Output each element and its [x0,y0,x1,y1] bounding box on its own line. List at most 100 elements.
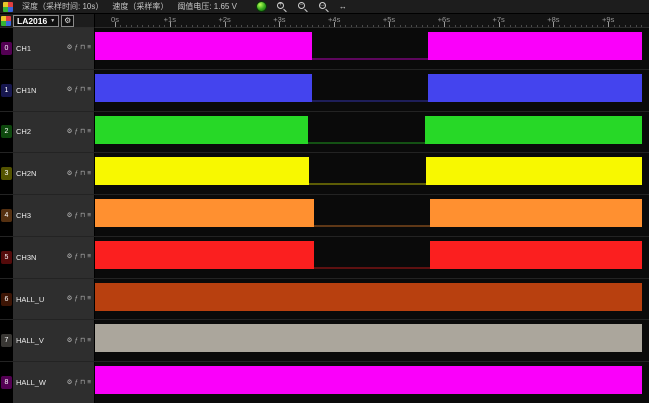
measure-icon[interactable]: ≡ [87,337,91,345]
waveform-plot [95,28,642,69]
channel-index-chip[interactable]: 3 [1,167,12,180]
ruler-minor-tick [455,25,456,27]
pulse-icon[interactable]: ⊓ [80,379,85,387]
waveform-lane[interactable] [95,362,649,403]
channel-name[interactable]: CH2 [16,127,31,136]
ruler-minor-tick [301,25,302,27]
frequency-icon[interactable]: ƒ [75,295,79,303]
pulse-icon[interactable]: ⊓ [80,212,85,220]
channel-settings-icon[interactable]: ⚙ [67,337,73,345]
pulse-icon[interactable]: ⊓ [80,253,85,261]
ruler-minor-tick [493,25,494,27]
waveform-lane[interactable] [95,320,649,361]
measure-icon[interactable]: ≡ [87,295,91,303]
channel-settings-icon[interactable]: ⚙ [67,253,73,261]
channel-index-strip: 5 [0,237,13,278]
channel-index-chip[interactable]: 8 [1,376,12,389]
pulse-icon[interactable]: ⊓ [80,128,85,136]
waveform-lane[interactable] [95,70,649,111]
ruler-minor-tick [181,25,182,27]
channel-row: 0 CH1 ⚙ƒ⊓≡ [0,28,649,70]
device-selector[interactable]: LA2016 ▼ [13,15,59,27]
frequency-icon[interactable]: ƒ [75,86,79,94]
zoom-out-icon[interactable]: − [297,1,309,13]
channel-name[interactable]: CH1N [16,86,36,95]
channel-index-chip[interactable]: 4 [1,209,12,222]
frequency-icon[interactable]: ƒ [75,44,79,52]
waveform-lane[interactable] [95,153,649,194]
channel-icons: ⚙ƒ⊓≡ [67,86,91,94]
frequency-icon[interactable]: ƒ [75,128,79,136]
frequency-icon[interactable]: ƒ [75,212,79,220]
waveform-segment [95,74,312,102]
measure-icon[interactable]: ≡ [87,253,91,261]
channel-name[interactable]: CH1 [16,44,31,53]
waveform-lane[interactable] [95,279,649,320]
pulse-icon[interactable]: ⊓ [80,295,85,303]
channel-name[interactable]: CH3N [16,253,36,262]
channel-icons: ⚙ƒ⊓≡ [67,212,91,220]
channel-index-chip[interactable]: 2 [1,125,12,138]
ruler-minor-tick [400,25,401,27]
channel-index-chip[interactable]: 1 [1,84,12,97]
channel-settings-icon[interactable]: ⚙ [67,212,73,220]
ruler-minor-tick [521,25,522,27]
ruler-minor-tick [186,25,187,27]
waveform-lane[interactable] [95,112,649,153]
channel-panel: CH2 ⚙ƒ⊓≡ [13,112,95,153]
waveform-segment [95,241,314,269]
frequency-icon[interactable]: ƒ [75,253,79,261]
channel-index-strip: 1 [0,70,13,111]
channel-icons: ⚙ƒ⊓≡ [67,253,91,261]
waveform-lane[interactable] [95,237,649,278]
frequency-icon[interactable]: ƒ [75,337,79,345]
channel-settings-icon[interactable]: ⚙ [67,44,73,52]
channel-settings-icon[interactable]: ⚙ [67,170,73,178]
measure-icon[interactable]: ≡ [87,170,91,178]
measure-icon[interactable]: ≡ [87,128,91,136]
time-ruler[interactable]: 0s+1s+2s+3s+4s+5s+6s+7s+8s+9s [95,14,649,28]
measure-icon[interactable]: ≡ [87,212,91,220]
ruler-minor-tick [427,25,428,27]
channel-name[interactable]: HALL_U [16,295,44,304]
measure-icon[interactable]: ≡ [87,44,91,52]
run-button[interactable] [256,1,267,12]
ruler-minor-tick [537,25,538,27]
channel-settings-icon[interactable]: ⚙ [67,379,73,387]
ruler-minor-tick [614,25,615,27]
channel-index-chip[interactable]: 6 [1,293,12,306]
pulse-icon[interactable]: ⊓ [80,170,85,178]
channel-name[interactable]: HALL_W [16,378,46,387]
channel-name[interactable]: HALL_V [16,336,44,345]
channel-settings-icon[interactable]: ⚙ [67,86,73,94]
frequency-icon[interactable]: ƒ [75,170,79,178]
channel-settings-icon[interactable]: ⚙ [67,295,73,303]
zoom-fit-icon[interactable]: □ [318,1,330,13]
channel-name[interactable]: CH3 [16,211,31,220]
measure-icon[interactable]: ≡ [87,86,91,94]
waveform-lane[interactable] [95,28,649,69]
ruler-minor-tick [449,25,450,27]
waveform-plot [95,195,642,236]
zoom-in-icon[interactable]: + [276,1,288,13]
channel-settings-icon[interactable]: ⚙ [67,128,73,136]
frequency-icon[interactable]: ƒ [75,379,79,387]
channel-panel: HALL_W ⚙ƒ⊓≡ [13,362,95,403]
waveform-lane[interactable] [95,195,649,236]
ruler-minor-tick [433,25,434,27]
pulse-icon[interactable]: ⊓ [80,337,85,345]
device-settings-button[interactable]: ⚙ [61,15,74,27]
ruler-minor-tick [307,25,308,27]
zoom-range-icon[interactable]: ↔ [339,1,347,13]
channel-index-chip[interactable]: 7 [1,334,12,347]
channel-index-chip[interactable]: 5 [1,251,12,264]
waveform-segment [430,199,642,227]
channel-index-chip[interactable]: 0 [1,42,12,55]
waveform-segment [428,32,642,60]
pulse-icon[interactable]: ⊓ [80,44,85,52]
pulse-icon[interactable]: ⊓ [80,86,85,94]
channel-name[interactable]: CH2N [16,169,36,178]
ruler-minor-tick [625,25,626,27]
waveform-segment [95,324,642,352]
measure-icon[interactable]: ≡ [87,379,91,387]
